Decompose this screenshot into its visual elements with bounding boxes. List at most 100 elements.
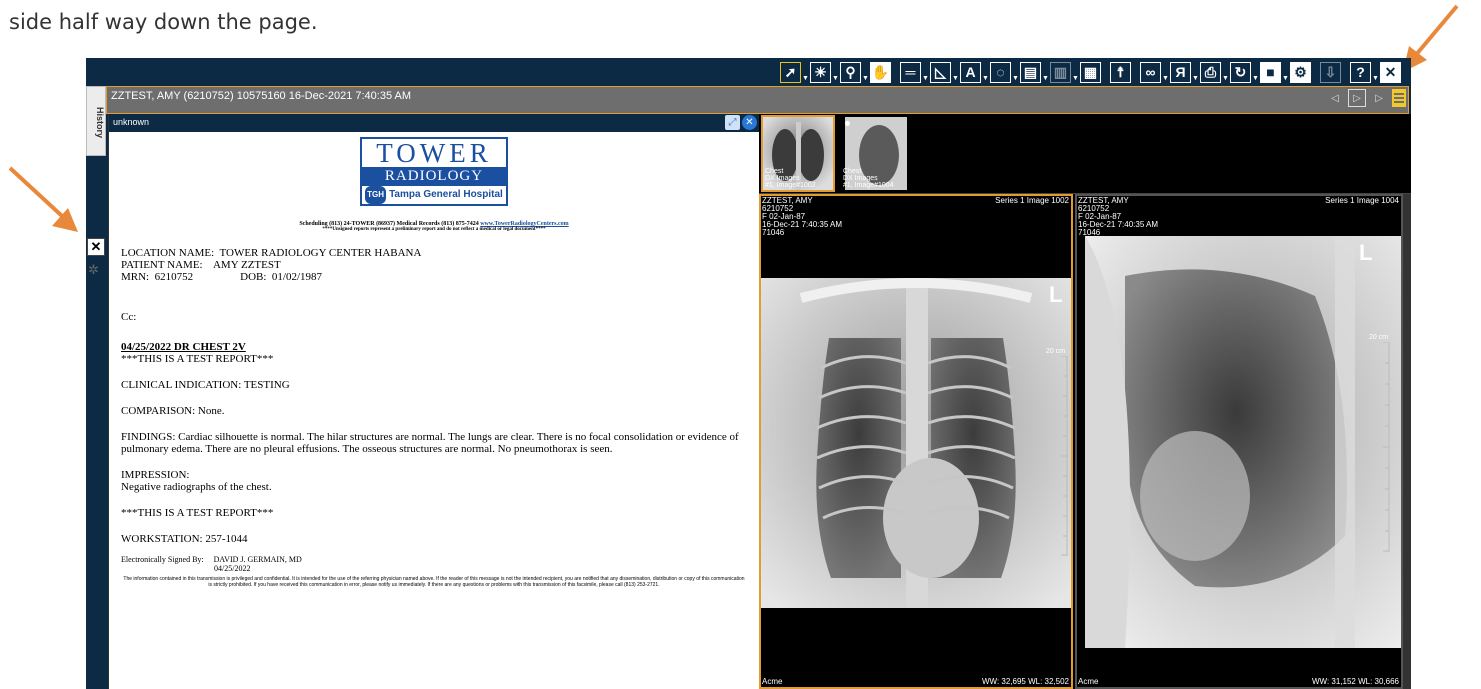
- rotate-tool-button[interactable]: ↻ ▼: [1230, 61, 1259, 83]
- pan-tool-button[interactable]: ✋: [870, 61, 899, 83]
- measure-tool-button[interactable]: ═ ▼: [900, 61, 929, 83]
- laterality-marker-lateral: L: [1359, 240, 1373, 265]
- signed-date: 04/25/2022: [214, 564, 251, 573]
- close-report-icon[interactable]: ✕: [742, 115, 757, 130]
- link-tool-button[interactable]: ∞ ▼: [1140, 61, 1169, 83]
- scale-ruler-pa: [1061, 356, 1068, 556]
- layout-icon: ▤: [1020, 61, 1041, 83]
- test-report-notice-2: ***THIS IS A TEST REPORT***: [121, 507, 274, 519]
- toolbar-tools: ➚ ▼ ☀ ▼ ⚲ ▼ ✋ ═ ▼ ◺ ▼ A ▼ ◌ ▼ ▤ ▼ ▥ ▼ ▦ ☨ ∞ ▼ Я ▼ ⎙…: [780, 61, 1409, 83]
- next-icon[interactable]: ▷: [1370, 89, 1388, 107]
- thumbnail-lateral-label: Chest DX Images #1, Image#1004: [843, 168, 894, 189]
- viewport-lateral[interactable]: ZZTEST, AMY 6210752 F 02-Jan-87 16-Dec-2…: [1075, 194, 1403, 689]
- report-body: TOWER RADIOLOGY TGH Tampa General Hospit…: [109, 137, 759, 588]
- flip-icon: Я: [1170, 61, 1191, 83]
- help-icon: ?: [1350, 61, 1371, 83]
- help-tool-button[interactable]: ? ▼: [1350, 61, 1379, 83]
- link-icon: ∞: [1140, 61, 1161, 83]
- unviewed-dot-icon: [845, 121, 850, 126]
- viewport-pa-institution: Acme: [762, 677, 783, 686]
- location-name: LOCATION NAME: TOWER RADIOLOGY CENTER HA…: [121, 247, 422, 259]
- report-header: unknown ⤢ ✕: [109, 114, 759, 132]
- layout-tool-button[interactable]: ▤ ▼: [1020, 61, 1049, 83]
- findings: FINDINGS: Cardiac silhouette is normal. …: [121, 431, 739, 455]
- thumbnail-lateral[interactable]: Chest DX Images #1, Image#1004: [839, 115, 913, 192]
- workstation: WORKSTATION: 257-1044: [121, 533, 248, 545]
- zoom-tool-button[interactable]: ⚲ ▼: [840, 61, 869, 83]
- report-panel: unknown ⤢ ✕ TOWER RADIOLOGY TGH Tampa Ge…: [108, 114, 759, 689]
- chest-lateral-xray-image: [1085, 236, 1401, 648]
- comparison: COMPARISON: None.: [121, 405, 225, 417]
- viewport-lateral-wwwl: WW: 31,152 WL: 30,666: [1311, 677, 1399, 686]
- patient-name: PATIENT NAME: AMY ZZTEST: [121, 259, 281, 271]
- angle-tool-button[interactable]: ◺ ▼: [930, 61, 959, 83]
- ellipse-roi-icon: ◌: [990, 61, 1011, 83]
- menu-icon[interactable]: [1392, 89, 1406, 107]
- close-panel-icon[interactable]: ✕: [87, 238, 105, 256]
- viewport-lateral-series: Series 1 Image 1004: [1325, 196, 1399, 205]
- scale-label-lateral: 20 cm: [1369, 334, 1389, 341]
- fill-tool-button[interactable]: ■ ▼: [1260, 61, 1289, 83]
- cc-line: Cc:: [121, 311, 137, 323]
- download-tool-button[interactable]: ⇩: [1320, 61, 1349, 83]
- viewport-lateral-institution: Acme: [1078, 677, 1099, 686]
- magnifier-icon: ⚲: [840, 61, 861, 83]
- angle-icon: ◺: [930, 61, 951, 83]
- body-tool-button[interactable]: ☨: [1110, 61, 1139, 83]
- report-header-title: unknown: [113, 117, 150, 127]
- viewport-pa[interactable]: ZZTEST, AMY 6210752 F 02-Jan-87 16-Dec-2…: [759, 194, 1073, 689]
- compare-tool-button[interactable]: ▦: [1080, 61, 1109, 83]
- square-icon: ■: [1260, 61, 1281, 83]
- close-icon: ✕: [1380, 61, 1401, 83]
- printer-icon: ⎙: [1200, 61, 1221, 83]
- text-tool-button[interactable]: A ▼: [960, 61, 989, 83]
- thumbnail-pa-label: Chest DX Images #1, Image#1002: [765, 168, 816, 189]
- play-icon[interactable]: ▷: [1348, 89, 1366, 107]
- history-tab[interactable]: History: [86, 86, 106, 156]
- viewport-pa-series: Series 1 Image 1002: [995, 196, 1069, 205]
- expand-icon[interactable]: ⤢: [725, 115, 740, 130]
- flip-tool-button[interactable]: Я ▼: [1170, 61, 1199, 83]
- thumbnail-pa[interactable]: Chest DX Images #1, Image#1002: [761, 115, 835, 192]
- print-tool-button[interactable]: ⎙ ▼: [1200, 61, 1229, 83]
- report-text: LOCATION NAME: TOWER RADIOLOGY CENTER HA…: [121, 247, 747, 545]
- previous-icon[interactable]: ◁: [1326, 89, 1344, 107]
- grid-icon: ▦: [1080, 61, 1101, 83]
- signature-block: Electronically Signed By: DAVID J. GERMA…: [121, 555, 747, 573]
- settings-tool-button[interactable]: ⚙: [1290, 61, 1319, 83]
- toolbar: ➚ ▼ ☀ ▼ ⚲ ▼ ✋ ═ ▼ ◺ ▼ A ▼ ◌ ▼ ▤ ▼ ▥ ▼ ▦ ☨ ∞ ▼ Я ▼ ⎙…: [86, 58, 1411, 86]
- close-viewer-button[interactable]: ✕: [1380, 61, 1409, 83]
- impression-label: IMPRESSION:: [121, 469, 190, 481]
- viewport-pa-wwwl: WW: 32,695 WL: 32,502: [981, 677, 1069, 686]
- hand-icon: ✋: [870, 61, 891, 83]
- unsigned-notice: ****Unsigned reports represent a prelimi…: [322, 227, 546, 232]
- test-report-notice: ***THIS IS A TEST REPORT***: [121, 353, 274, 365]
- impression-text: Negative radiographs of the chest.: [121, 481, 272, 493]
- viewport-pa-overlay-left: ZZTEST, AMY 6210752 F 02-Jan-87 16-Dec-2…: [762, 196, 843, 237]
- ruler-icon: ═: [900, 61, 921, 83]
- patient-info-bar: ZZTEST, AMY (6210752) 10575160 16-Dec-20…: [106, 86, 1409, 114]
- gear-icon[interactable]: ✲: [88, 262, 104, 278]
- window-level-tool-button[interactable]: ☀ ▼: [810, 61, 839, 83]
- scale-ruler-lateral: [1383, 342, 1390, 552]
- report-header-icons: ⤢ ✕: [725, 115, 757, 130]
- roi-tool-button[interactable]: ◌ ▼: [990, 61, 1019, 83]
- mrn-dob-line: MRN: 6210752 DOB: 01/02/1987: [121, 271, 323, 283]
- nav-buttons: ◁ ▷ ▷: [1326, 89, 1406, 107]
- caption-text: side half way down the page.: [9, 10, 318, 34]
- image-scrollbar[interactable]: [1403, 194, 1411, 689]
- arrow-cursor-icon: ➚: [780, 61, 801, 83]
- download-icon: ⇩: [1320, 61, 1341, 83]
- clinical-indication: CLINICAL INDICATION: TESTING: [121, 379, 290, 391]
- viewport-lateral-overlay-left: ZZTEST, AMY 6210752 F 02-Jan-87 16-Dec-2…: [1078, 196, 1159, 237]
- select-tool-button[interactable]: ➚ ▼: [780, 61, 809, 83]
- annotation-arrow-left: [8, 166, 78, 232]
- body-icon: ☨: [1110, 61, 1131, 83]
- series-tool-button[interactable]: ▥ ▼: [1050, 61, 1079, 83]
- pacs-viewer: ➚ ▼ ☀ ▼ ⚲ ▼ ✋ ═ ▼ ◺ ▼ A ▼ ◌ ▼ ▤ ▼ ▥ ▼ ▦ ☨ ∞ ▼ Я ▼ ⎙…: [86, 58, 1411, 689]
- thumbnail-strip: Chest DX Images #1, Image#1002 Chest DX Ima…: [759, 114, 1411, 194]
- scale-label-pa: 20 cm: [1046, 348, 1066, 355]
- image-area: Chest DX Images #1, Image#1002 Chest DX Ima…: [759, 114, 1411, 689]
- laterality-marker-pa: L: [1049, 282, 1063, 307]
- brightness-icon: ☀: [810, 61, 831, 83]
